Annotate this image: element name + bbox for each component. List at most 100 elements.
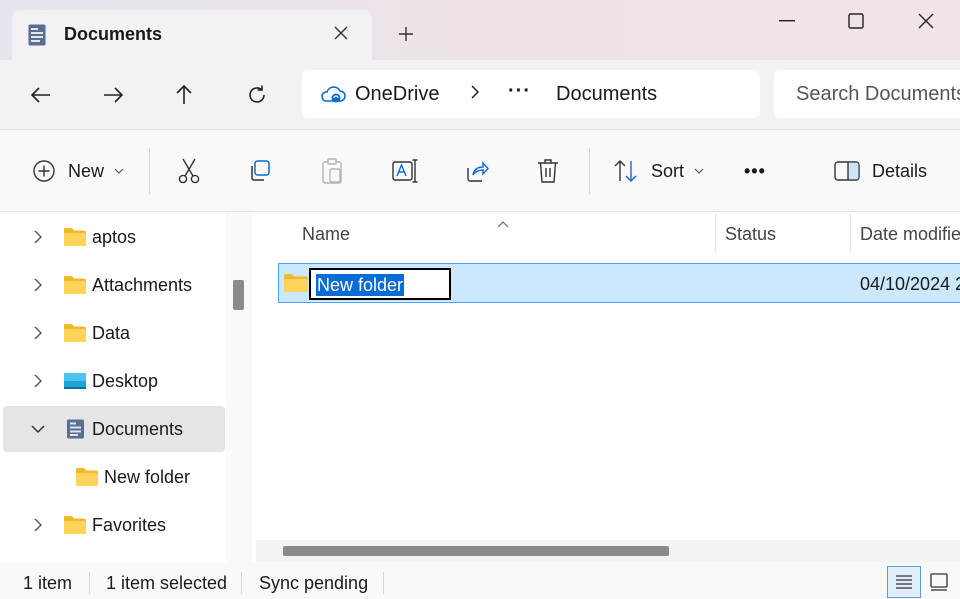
onedrive-sync-icon bbox=[320, 84, 346, 109]
paste-button[interactable] bbox=[320, 156, 344, 186]
column-header-date-modified[interactable]: Date modified bbox=[860, 224, 960, 245]
copy-button[interactable] bbox=[248, 156, 272, 186]
navigation-row: OneDrive ··· Documents Search Documents bbox=[0, 60, 960, 130]
up-button[interactable] bbox=[169, 80, 199, 110]
minimize-button[interactable] bbox=[767, 6, 807, 36]
sidebar-item-favorites[interactable]: Favorites bbox=[3, 502, 225, 548]
sidebar-item-label: New folder bbox=[104, 467, 191, 487]
search-box[interactable]: Search Documents bbox=[774, 70, 960, 118]
selection-count: 1 item selected bbox=[106, 573, 228, 593]
navigation-pane: aptos Attachments Data Desktop Documents… bbox=[0, 212, 226, 562]
delete-button[interactable] bbox=[537, 156, 559, 186]
tab-documents[interactable]: Documents bbox=[12, 10, 372, 60]
close-tab-icon[interactable] bbox=[330, 22, 352, 44]
sort-label: Sort bbox=[651, 160, 685, 181]
file-list: Name Status Date modified New folder 04/… bbox=[252, 212, 960, 562]
column-header-status[interactable]: Status bbox=[725, 224, 776, 245]
documents-icon bbox=[28, 24, 46, 46]
folder-icon bbox=[64, 276, 86, 294]
details-view-icon bbox=[896, 575, 912, 589]
details-view-button[interactable] bbox=[887, 566, 921, 598]
back-button[interactable] bbox=[26, 80, 56, 110]
table-row[interactable]: New folder 04/10/2024 2 bbox=[278, 263, 960, 303]
sort-icon bbox=[614, 160, 637, 182]
sidebar-item-label: aptos bbox=[92, 227, 137, 247]
divider bbox=[589, 148, 590, 194]
chevron-right-icon[interactable] bbox=[31, 229, 45, 245]
new-button[interactable]: New bbox=[32, 156, 124, 186]
desktop-icon bbox=[64, 373, 86, 389]
share-button[interactable] bbox=[465, 156, 489, 186]
cut-icon bbox=[178, 158, 200, 184]
navigation-pane-scrollbar[interactable] bbox=[226, 212, 252, 562]
forward-button[interactable] bbox=[98, 80, 128, 110]
new-tab-button[interactable] bbox=[394, 22, 418, 46]
plus-circle-icon bbox=[33, 160, 55, 182]
title-bar: Documents bbox=[0, 0, 960, 60]
details-label: Details bbox=[872, 160, 928, 181]
sync-status: Sync pending bbox=[259, 573, 369, 593]
share-icon bbox=[467, 161, 489, 182]
column-divider[interactable] bbox=[850, 214, 851, 252]
scrollbar-thumb[interactable] bbox=[233, 280, 244, 310]
folder-icon bbox=[64, 228, 86, 246]
chevron-down-icon bbox=[694, 168, 704, 174]
sort-ascending-icon bbox=[497, 212, 509, 233]
folder-icon bbox=[76, 468, 98, 486]
rename-button[interactable] bbox=[392, 156, 418, 186]
item-count: 1 item bbox=[23, 573, 73, 593]
details-pane-icon bbox=[834, 161, 860, 181]
folder-icon bbox=[64, 324, 86, 342]
chevron-down-icon bbox=[114, 168, 124, 174]
tiles-view-icon bbox=[930, 573, 948, 591]
sidebar-item-label: Attachments bbox=[92, 275, 193, 295]
column-header-name[interactable]: Name bbox=[302, 224, 350, 245]
preview-view-button[interactable] bbox=[922, 566, 956, 598]
breadcrumb-documents[interactable]: Documents bbox=[556, 83, 657, 106]
rename-icon bbox=[392, 159, 418, 183]
new-label: New bbox=[68, 160, 105, 181]
divider bbox=[89, 572, 90, 594]
command-bar: New Sort ••• Details bbox=[0, 130, 960, 212]
sidebar-item-new-folder[interactable]: New folder bbox=[3, 454, 225, 500]
breadcrumb-onedrive[interactable]: OneDrive bbox=[355, 83, 439, 106]
cut-button[interactable] bbox=[177, 156, 201, 186]
rename-selected-text[interactable]: New folder bbox=[316, 274, 405, 296]
address-bar[interactable]: OneDrive ··· Documents bbox=[302, 70, 760, 118]
copy-icon bbox=[251, 160, 270, 181]
column-divider[interactable] bbox=[715, 214, 716, 252]
sidebar-item-label: Favorites bbox=[92, 515, 167, 535]
chevron-right-icon[interactable] bbox=[31, 373, 45, 389]
chevron-right-icon[interactable] bbox=[31, 517, 45, 533]
more-options-button[interactable]: ••• bbox=[744, 156, 766, 186]
search-placeholder[interactable]: Search Documents bbox=[796, 83, 960, 106]
breadcrumb-overflow[interactable]: ··· bbox=[508, 80, 531, 103]
sidebar-item-label: Desktop bbox=[92, 371, 159, 391]
status-bar: 1 item 1 item selected Sync pending bbox=[0, 562, 960, 599]
scrollbar-thumb[interactable] bbox=[283, 546, 669, 556]
refresh-button[interactable] bbox=[242, 80, 272, 110]
sidebar-item-attachments[interactable]: Attachments bbox=[3, 262, 225, 308]
close-window-button[interactable] bbox=[906, 6, 946, 36]
delete-icon bbox=[538, 159, 558, 183]
chevron-right-icon[interactable] bbox=[31, 277, 45, 293]
folder-icon bbox=[284, 274, 308, 292]
divider bbox=[149, 148, 150, 194]
details-button[interactable]: Details bbox=[834, 156, 927, 186]
maximize-button[interactable] bbox=[836, 6, 876, 36]
sidebar-item-aptos[interactable]: aptos bbox=[3, 214, 225, 260]
sidebar-item-desktop[interactable]: Desktop bbox=[3, 358, 225, 404]
chevron-down-icon[interactable] bbox=[31, 421, 45, 437]
sort-button[interactable]: Sort bbox=[613, 156, 704, 186]
tab-title: Documents bbox=[64, 24, 163, 44]
divider bbox=[383, 572, 384, 594]
chevron-right-icon[interactable] bbox=[470, 84, 480, 105]
folder-icon bbox=[64, 516, 86, 534]
rename-input[interactable]: New folder bbox=[309, 268, 451, 300]
sidebar-item-label: Data bbox=[92, 323, 131, 343]
sidebar-item-label: Documents bbox=[92, 419, 184, 439]
sidebar-item-data[interactable]: Data bbox=[3, 310, 225, 356]
sidebar-item-documents[interactable]: Documents bbox=[3, 406, 225, 452]
horizontal-scrollbar[interactable] bbox=[256, 540, 960, 562]
chevron-right-icon[interactable] bbox=[31, 325, 45, 341]
